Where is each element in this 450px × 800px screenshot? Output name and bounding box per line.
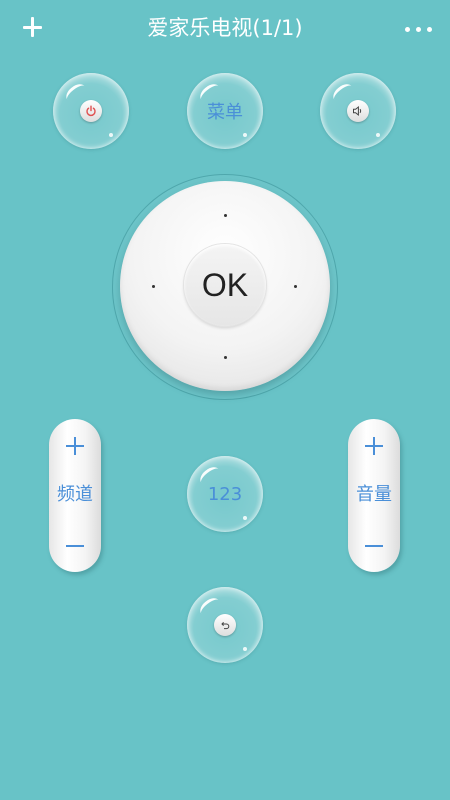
volume-up-button[interactable] bbox=[348, 425, 400, 465]
ok-label: OK bbox=[201, 266, 249, 303]
channel-rocker: 频道 bbox=[49, 419, 101, 572]
speaker-icon bbox=[347, 100, 369, 122]
volume-label: 音量 bbox=[356, 484, 392, 505]
back-icon bbox=[214, 614, 236, 636]
menu-button[interactable]: 菜单 bbox=[187, 73, 263, 149]
power-icon bbox=[80, 100, 102, 122]
back-button[interactable] bbox=[187, 587, 263, 663]
channel-up-button[interactable] bbox=[49, 425, 101, 465]
bubble-highlight bbox=[376, 133, 380, 137]
more-dot bbox=[416, 27, 421, 32]
more-dot bbox=[427, 27, 432, 32]
title-bar: 爱家乐电视(1/1) bbox=[0, 0, 450, 56]
add-device-button[interactable] bbox=[14, 10, 50, 46]
channel-down-button[interactable] bbox=[49, 525, 101, 565]
bubble-highlight bbox=[109, 133, 113, 137]
dpad-right-indicator bbox=[294, 285, 297, 288]
ok-button[interactable]: OK bbox=[184, 244, 266, 326]
bubble-highlight bbox=[243, 133, 247, 137]
bubble-highlight bbox=[243, 647, 247, 651]
device-title: 爱家乐电视(1/1) bbox=[147, 16, 303, 40]
volume-down-button[interactable] bbox=[348, 525, 400, 565]
power-button[interactable] bbox=[53, 73, 129, 149]
mute-button[interactable] bbox=[320, 73, 396, 149]
bubble-highlight bbox=[243, 516, 247, 520]
direction-pad: OK bbox=[120, 181, 330, 391]
channel-label: 频道 bbox=[57, 484, 93, 505]
dpad-down-indicator bbox=[224, 356, 227, 359]
remote-control-screen: 爱家乐电视(1/1) 菜单 OK 频道 123 音量 bbox=[0, 0, 450, 800]
dpad-up-indicator bbox=[224, 214, 227, 217]
volume-rocker: 音量 bbox=[348, 419, 400, 572]
menu-label: 菜单 bbox=[207, 102, 243, 123]
number-pad-label: 123 bbox=[207, 483, 243, 505]
more-options-button[interactable] bbox=[402, 14, 436, 44]
number-pad-button[interactable]: 123 bbox=[187, 456, 263, 532]
dpad-left-indicator bbox=[152, 285, 155, 288]
more-dot bbox=[405, 27, 410, 32]
